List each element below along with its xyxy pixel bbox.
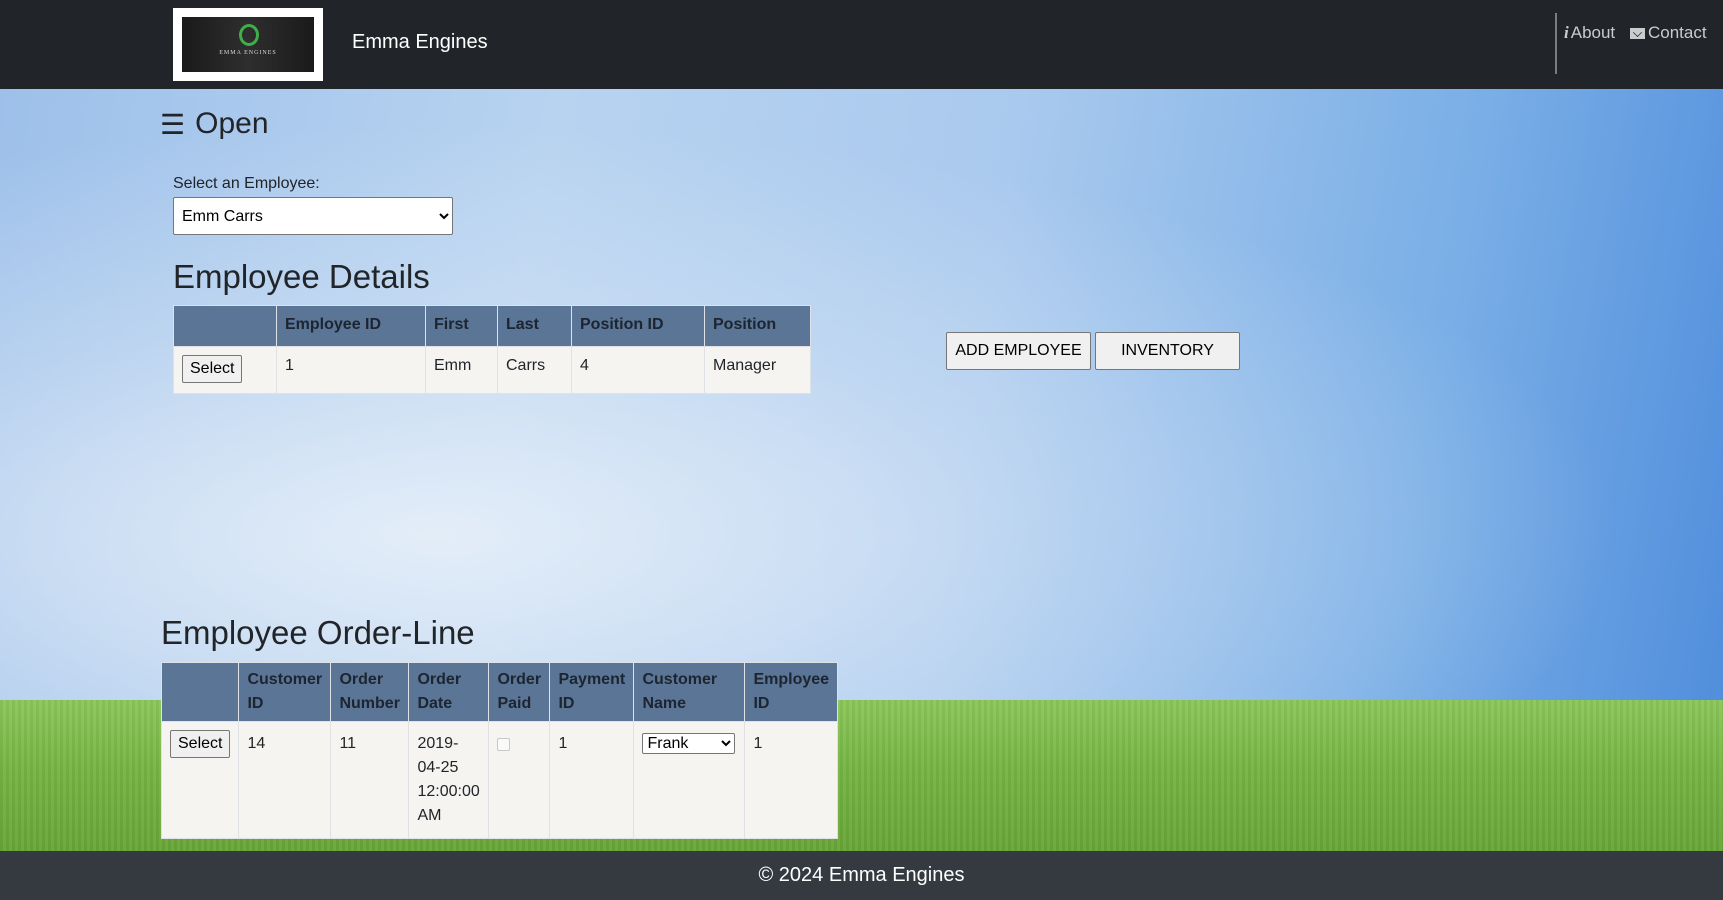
employee-select-label: Select an Employee: — [173, 175, 320, 192]
logo-text: EMMA ENGINES — [219, 50, 277, 56]
column-header: Customer ID — [238, 662, 332, 722]
select-cell: Select — [160, 721, 240, 839]
column-header: Position — [704, 305, 811, 347]
table-row: Select 1 Emm Carrs 4 Manager — [173, 346, 811, 394]
table-row: Select 14 11 2019-04-25 12:00:00 AM 1 Fr… — [160, 721, 839, 839]
envelope-icon — [1630, 27, 1645, 39]
position-cell: Manager — [704, 346, 811, 394]
order-paid-cell — [488, 721, 551, 839]
open-sidebar-button[interactable]: ☰ Open — [160, 107, 269, 141]
position-id-cell: 4 — [571, 346, 705, 394]
last-name-cell: Carrs — [497, 346, 572, 394]
customer-name-select[interactable]: Frank — [642, 733, 736, 754]
column-header — [160, 662, 240, 722]
nav-contact-label: Contact — [1648, 23, 1707, 42]
table-header-row: Customer ID Order Number Order Date Orde… — [160, 662, 839, 722]
inventory-button[interactable]: INVENTORY — [1095, 332, 1240, 370]
logo-emblem-icon — [239, 24, 259, 46]
column-header: Order Date — [408, 662, 490, 722]
column-header — [173, 305, 277, 347]
order-paid-checkbox[interactable] — [497, 738, 511, 751]
top-navbar: EMMA ENGINES Emma Engines i About Contac… — [0, 0, 1723, 89]
nav-about-label: About — [1570, 23, 1616, 42]
nav-contact-link[interactable]: Contact — [1630, 23, 1707, 43]
customer-name-cell: Frank — [633, 721, 746, 839]
column-header: Order Paid — [488, 662, 551, 722]
payment-id-cell: 1 — [549, 721, 635, 839]
column-header: Position ID — [571, 305, 705, 347]
column-header: Payment ID — [549, 662, 635, 722]
employee-id-cell: 1 — [276, 346, 426, 394]
nav-about-link[interactable]: i About — [1564, 23, 1615, 43]
first-name-cell: Emm — [425, 346, 498, 394]
order-date-cell: 2019-04-25 12:00:00 AM — [408, 721, 490, 839]
employee-details-heading: Employee Details — [173, 258, 430, 295]
select-cell: Select — [173, 346, 277, 394]
open-label: Open — [195, 107, 269, 140]
footer: © 2024 Emma Engines — [0, 851, 1723, 900]
column-header: Last — [497, 305, 572, 347]
customer-id-cell: 14 — [238, 721, 332, 839]
employee-details-table: Employee ID First Last Position ID Posit… — [173, 305, 811, 394]
column-header: First — [425, 305, 498, 347]
employee-id-cell: 1 — [744, 721, 839, 839]
column-header: Employee ID — [276, 305, 426, 347]
nav-divider — [1555, 13, 1557, 74]
footer-copyright: © 2024 Emma Engines — [758, 864, 965, 886]
employee-select[interactable]: Emm Carrs — [173, 197, 453, 235]
add-employee-button[interactable]: ADD EMPLOYEE — [946, 332, 1091, 370]
logo-image: EMMA ENGINES — [182, 17, 314, 72]
employee-order-line-table: Customer ID Order Number Order Date Orde… — [160, 662, 839, 839]
column-header: Employee ID — [744, 662, 839, 722]
brand-name[interactable]: Emma Engines — [352, 31, 488, 54]
column-header: Customer Name — [633, 662, 746, 722]
column-header: Order Number — [330, 662, 410, 722]
info-icon: i — [1564, 23, 1569, 42]
table-header-row: Employee ID First Last Position ID Posit… — [173, 305, 811, 347]
select-employee-button[interactable]: Select — [182, 355, 243, 383]
employee-order-line-heading: Employee Order-Line — [161, 614, 475, 651]
hamburger-icon: ☰ — [160, 108, 186, 140]
select-order-button[interactable]: Select — [170, 730, 231, 758]
order-number-cell: 11 — [330, 721, 410, 839]
logo[interactable]: EMMA ENGINES — [173, 8, 323, 81]
